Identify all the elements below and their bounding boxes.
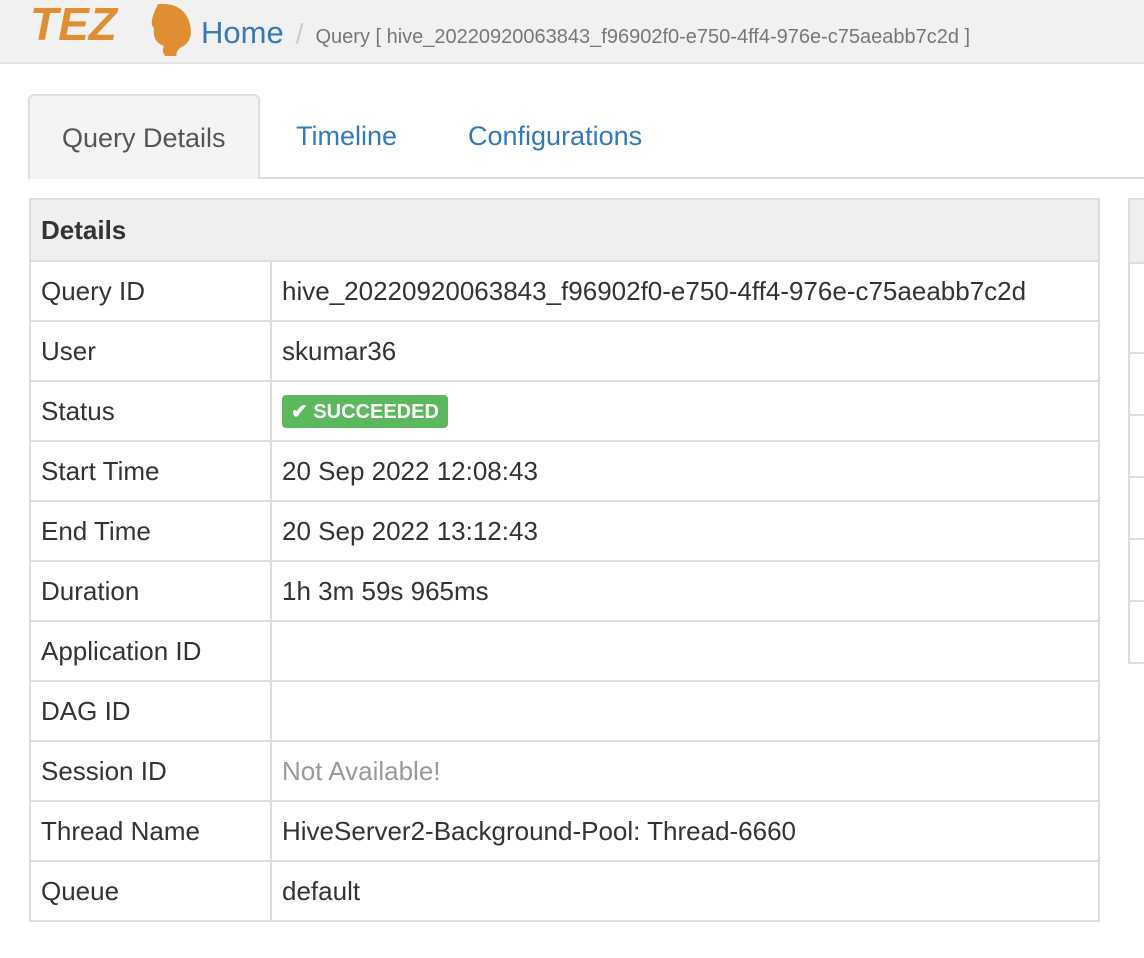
top-bar: TEZ Home / Query [ hive_20220920063843_f96… [0,0,1144,64]
row-label: DAG ID [29,680,272,742]
tab-configurations[interactable]: Configurations [436,94,674,177]
tab-bar: Query Details Timeline Configurations [28,94,1144,179]
row-label: Start Time [29,440,272,502]
row-label: Thread Name [29,800,272,862]
table-row [1130,540,1144,602]
queue-value: default [270,860,1100,922]
row-label: Duration [29,560,272,622]
details-title: Details [29,198,1100,262]
table-row: Application ID [29,620,1100,682]
breadcrumb-home[interactable]: Home [201,15,284,50]
row-label: Application ID [29,620,272,682]
check-icon: ✔ [291,401,308,423]
tez-logo[interactable]: TEZ [30,0,200,56]
table-row: Start Time 20 Sep 2022 12:08:43 [29,440,1100,502]
table-row [1130,264,1144,354]
duration-value: 1h 3m 59s 965ms [270,560,1100,622]
start-time-value: 20 Sep 2022 12:08:43 [270,440,1100,502]
row-label: Status [29,380,272,442]
application-id-value [270,620,1100,682]
table-row: Queue default [29,860,1100,922]
table-row: End Time 20 Sep 2022 13:12:43 [29,500,1100,562]
table-row [1130,416,1144,478]
row-label: User [29,320,272,382]
secondary-table-header [1130,200,1144,264]
table-row [1130,602,1144,662]
table-row: User skumar36 [29,320,1100,382]
table-row: Query ID hive_20220920063843_f96902f0-e75… [29,260,1100,322]
row-label: Queue [29,860,272,922]
svg-text:TEZ: TEZ [30,0,119,50]
table-row [1130,354,1144,416]
details-table: Details Query ID hive_20220920063843_f969… [29,198,1100,922]
dag-id-value [270,680,1100,742]
status-badge: ✔ SUCCEEDED [282,395,448,428]
breadcrumb-separator: / [295,18,304,49]
tab-timeline[interactable]: Timeline [264,94,429,177]
table-row: DAG ID [29,680,1100,742]
row-label: Query ID [29,260,272,322]
status-text: SUCCEEDED [313,401,439,423]
table-row: Duration 1h 3m 59s 965ms [29,560,1100,622]
thread-name-value: HiveServer2-Background-Pool: Thread-6660 [270,800,1100,862]
user-value: skumar36 [270,320,1100,382]
table-row: Session ID Not Available! [29,740,1100,802]
row-label: End Time [29,500,272,562]
tab-query-details[interactable]: Query Details [28,94,260,179]
breadcrumb: Home / Query [ hive_20220920063843_f96902f… [201,17,1131,50]
table-row: Thread Name HiveServer2-Background-Pool: … [29,800,1100,862]
end-time-value: 20 Sep 2022 13:12:43 [270,500,1100,562]
session-id-value: Not Available! [270,740,1100,802]
query-id-value: hive_20220920063843_f96902f0-e750-4ff4-9… [270,260,1100,322]
row-label: Session ID [29,740,272,802]
table-row: Status ✔ SUCCEEDED [29,380,1100,442]
table-row [1130,478,1144,540]
breadcrumb-current: Query [ hive_20220920063843_f96902f0-e75… [315,26,971,48]
secondary-table-clipped [1128,198,1144,664]
